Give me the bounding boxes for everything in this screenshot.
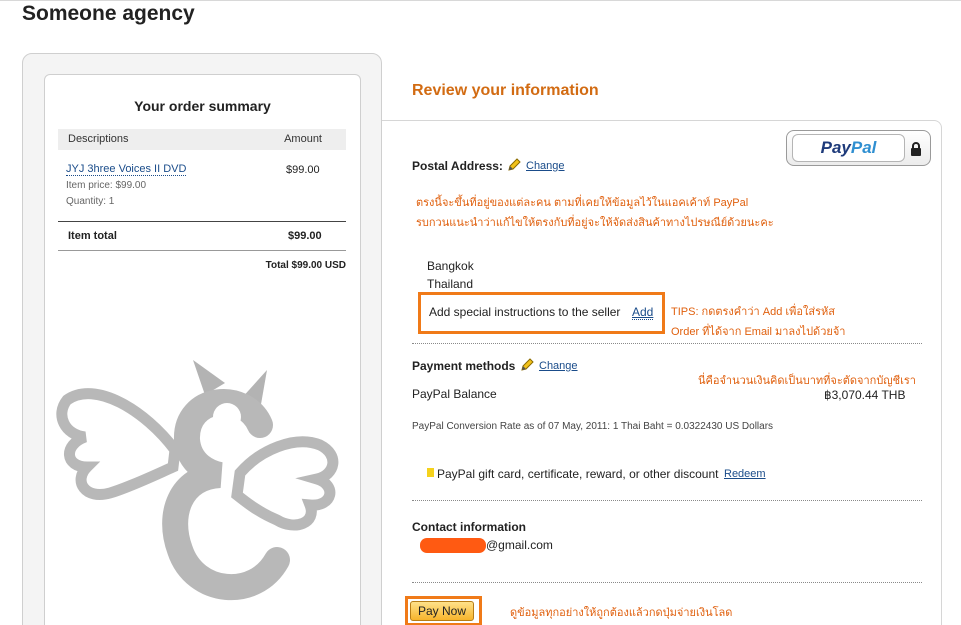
add-instructions-link[interactable]: Add [632, 305, 654, 320]
redeem-link[interactable]: Redeem [724, 468, 766, 480]
thai-note-address-1: ตรงนี้จะขึ้นที่อยู่ของแต่ละคน ตามที่เคยใ… [416, 197, 749, 209]
address-line-2: Thailand [427, 277, 474, 291]
pencil-icon [521, 358, 534, 371]
tips-note-1: TIPS: กดตรงคำว่า Add เพื่อใส่รหัส [671, 306, 835, 318]
contact-email: @gmail.com [486, 538, 553, 552]
item-total-value: $99.00 [288, 230, 322, 242]
thai-note-pay: ดูข้อมูลทุกอย่างให้ถูกต้องแล้วกดปุ่มจ่าย… [510, 607, 733, 619]
payment-methods-label: Payment methods [412, 359, 516, 373]
change-payment-link[interactable]: Change [539, 360, 578, 372]
paypal-balance-label: PayPal Balance [412, 387, 497, 401]
top-divider [0, 0, 961, 1]
tips-note-2: Order ที่ได้จาก Email มาลงไปด้วยจ้า [671, 326, 846, 338]
paypal-logo: PayPal [792, 134, 905, 162]
gift-card-text: PayPal gift card, certificate, reward, o… [437, 467, 719, 481]
thai-note-payment: นี่คือจำนวนเงินคิดเป็นบาทที่จะตัดจากบัญช… [698, 375, 916, 387]
address-line-1: Bangkok [427, 259, 474, 273]
special-instructions-label: Add special instructions to the seller [429, 305, 621, 319]
order-summary-title: Your order summary [134, 98, 271, 114]
paypal-logo-pal: Pal [850, 138, 877, 157]
email-redaction [420, 538, 486, 553]
col-amount: Amount [284, 133, 322, 145]
divider [58, 250, 346, 251]
conversion-rate: PayPal Conversion Rate as of 07 May, 201… [412, 421, 774, 432]
change-address-link[interactable]: Change [526, 160, 565, 172]
agency-logo [56, 360, 339, 601]
site-title: Someone agency [22, 2, 195, 25]
item-name-link[interactable]: JYJ 3hree Voices II DVD [66, 163, 187, 176]
paypal-badge: PayPal [786, 130, 931, 166]
gift-icon [427, 468, 434, 477]
divider [58, 221, 346, 222]
order-table-header: Descriptions Amount [58, 129, 346, 150]
thai-note-address-2: รบกวนแนะนำว่าแก้ไขให้ตรงกับที่อยู่จะให้จ… [416, 217, 774, 229]
item-quantity: Quantity: 1 [66, 196, 115, 207]
item-price: Item price: $99.00 [66, 180, 147, 191]
grand-total: Total $99.00 USD [265, 260, 346, 271]
postal-address-label: Postal Address: [412, 159, 503, 173]
review-title: Review your information [412, 82, 599, 99]
divider [412, 582, 922, 583]
pencil-icon [508, 158, 521, 171]
paypal-balance-amount: ฿3,070.44 THB [824, 388, 906, 402]
lock-icon [911, 142, 921, 156]
item-amount: $99.00 [286, 164, 320, 176]
pay-now-button[interactable]: Pay Now [410, 601, 474, 621]
contact-information-label: Contact information [412, 520, 526, 534]
divider [412, 343, 922, 344]
item-total-label: Item total [68, 230, 117, 242]
divider [412, 500, 922, 501]
col-descriptions: Descriptions [68, 133, 129, 145]
paypal-logo-pay: Pay [820, 138, 851, 157]
